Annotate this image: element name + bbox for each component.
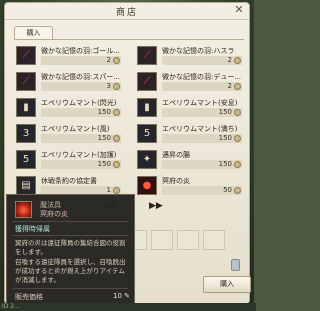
item-price: 150 — [97, 108, 111, 116]
buy-button[interactable]: 購入 — [203, 276, 251, 293]
item-name: 微かな記憶の羽:デュー... — [162, 73, 242, 81]
shop-item[interactable]: 5 エペリウムマント(加護) 150 — [16, 148, 127, 171]
close-icon[interactable]: ✕ — [233, 4, 245, 16]
cloak-icon: ▮ — [16, 98, 36, 117]
coin-icon — [234, 83, 241, 90]
window-title: 商店 — [115, 8, 138, 18]
cloak-5-icon: 5 — [16, 150, 36, 169]
tooltip-sell-label: 販売価格 — [15, 293, 43, 301]
coin-icon — [113, 161, 120, 168]
price-bar: 150 — [41, 160, 121, 169]
item-price: 150 — [218, 160, 232, 168]
coin-icon — [234, 187, 241, 194]
item-name: エペリウムマント(風) — [41, 125, 110, 133]
shop-item[interactable]: ▮ エペリウムマント(閃光) 150 — [16, 96, 127, 119]
item-name: 冥府の炎 — [162, 177, 190, 185]
item-price: 150 — [97, 160, 111, 168]
tooltip-desc-line: 召喚する遠征隊員を選択し、召喚脱出が成功すると炎が燃え上がりアイテムが消滅します… — [15, 258, 126, 284]
item-name: エペリウムマント(満ち) — [162, 125, 238, 133]
relic-icon: ✦ — [137, 150, 157, 169]
shop-item[interactable]: ⟋ 微かな記憶の羽:スパー... 3 — [16, 70, 127, 93]
item-price: 2 — [106, 56, 111, 64]
page-next-button[interactable]: ▶▶ — [149, 201, 163, 211]
price-bar: 50 — [162, 186, 242, 195]
price-bar: 150 — [162, 160, 242, 169]
coin-icon — [113, 135, 120, 142]
purchase-slot[interactable] — [203, 230, 225, 250]
shop-item[interactable]: ✦ 邁昇の腸 150 — [137, 148, 248, 171]
feather-red-icon: ⟋ — [16, 72, 36, 91]
price-bar: 2 — [162, 82, 242, 91]
coin-icon: ✎ — [124, 292, 130, 300]
coin-icon — [234, 57, 241, 64]
tooltip-desc-line: 冥府の炎は遠征隊員の集結合図の役割をします。 — [15, 239, 126, 256]
item-price: 150 — [218, 108, 232, 116]
coin-icon — [113, 109, 120, 116]
coin-icon — [234, 109, 241, 116]
coin-icon — [113, 83, 120, 90]
feather-red-icon: ⟋ — [137, 46, 157, 65]
item-name: 休戦条約の協定書 — [41, 177, 97, 185]
cloak-icon: ▮ — [137, 98, 157, 117]
item-name: 邁昇の腸 — [162, 151, 190, 159]
item-price: 50 — [223, 186, 232, 194]
item-name: 微かな記憶の羽:スパー... — [41, 73, 121, 81]
shop-item[interactable]: ⟋ 微かな記憶の羽:デュー... 2 — [137, 70, 248, 93]
item-name: 微かな記憶の羽:ハスラ — [162, 47, 235, 55]
item-name: エペリウムマント(加護) — [41, 151, 117, 159]
underworld-flame-icon: ● — [137, 176, 157, 195]
divider — [13, 288, 128, 289]
tooltip-item-name: 冥府の炎 — [40, 210, 68, 218]
item-price: 3 — [106, 82, 111, 90]
shop-item[interactable]: 5 エペリウムマント(満ち) 150 — [137, 122, 248, 145]
item-name: エペリウムマント(安息) — [162, 99, 238, 107]
cloak-3-icon: 3 — [16, 124, 36, 143]
divider — [13, 221, 128, 222]
purchase-slot[interactable] — [151, 230, 173, 250]
feather-red-icon: ⟋ — [137, 72, 157, 91]
price-bar: 150 — [41, 108, 121, 117]
price-bar: 2 — [162, 56, 242, 65]
window-titlebar[interactable]: 商店 ✕ — [5, 3, 249, 20]
feather-red-icon: ⟋ — [16, 46, 36, 65]
shop-item[interactable]: 3 エペリウムマント(風) 150 — [16, 122, 127, 145]
trash-icon[interactable] — [231, 259, 240, 271]
purchase-slots — [125, 230, 229, 250]
coin-icon — [113, 57, 120, 64]
shop-item[interactable]: ⟋ 微かな記憶の羽:ゴール... 2 — [16, 44, 127, 67]
price-bar: 150 — [41, 134, 121, 143]
shop-item[interactable]: ▮ エペリウムマント(安息) 150 — [137, 96, 248, 119]
cloak-5-icon: 5 — [137, 124, 157, 143]
price-bar: 2 — [41, 56, 121, 65]
divider — [13, 235, 128, 236]
coin-icon — [234, 135, 241, 142]
item-tooltip: 魔法具 冥府の炎 獲得時帰属 冥府の炎は遠征隊員の集結合図の役割をします。 召喚… — [6, 194, 135, 305]
coin-icon — [234, 161, 241, 168]
tooltip-bind-type: 獲得時帰属 — [15, 225, 50, 233]
price-bar: 150 — [162, 134, 242, 143]
item-price: 150 — [97, 134, 111, 142]
status-bar: ID 2... — [0, 303, 256, 311]
tooltip-sell-value: 10 — [113, 292, 122, 300]
coin-icon — [113, 187, 120, 194]
tooltip-description: 冥府の炎は遠征隊員の集結合図の役割をします。 召喚する遠征隊員を選択し、召喚脱出… — [15, 239, 129, 286]
purchase-slot[interactable] — [177, 230, 199, 250]
shop-item[interactable]: ● 冥府の炎 50 — [137, 174, 248, 197]
item-list: ⟋ 微かな記憶の羽:ゴール... 2 ⟋ 微かな記憶の羽:ハスラ 2 ⟋ 微かな記憶の羽:スパ… — [14, 39, 244, 204]
item-price: 150 — [218, 134, 232, 142]
item-name: 微かな記憶の羽:ゴール... — [41, 47, 121, 55]
price-bar: 150 — [162, 108, 242, 117]
scroll-icon: ▤ — [16, 176, 36, 195]
price-bar: 3 — [41, 82, 121, 91]
item-name: エペリウムマント(閃光) — [41, 99, 117, 107]
item-price: 2 — [227, 56, 232, 64]
underworld-flame-icon — [15, 201, 32, 218]
tab-buy[interactable]: 購入 — [14, 26, 53, 39]
item-price: 2 — [227, 82, 232, 90]
shop-item[interactable]: ⟋ 微かな記憶の羽:ハスラ 2 — [137, 44, 248, 67]
